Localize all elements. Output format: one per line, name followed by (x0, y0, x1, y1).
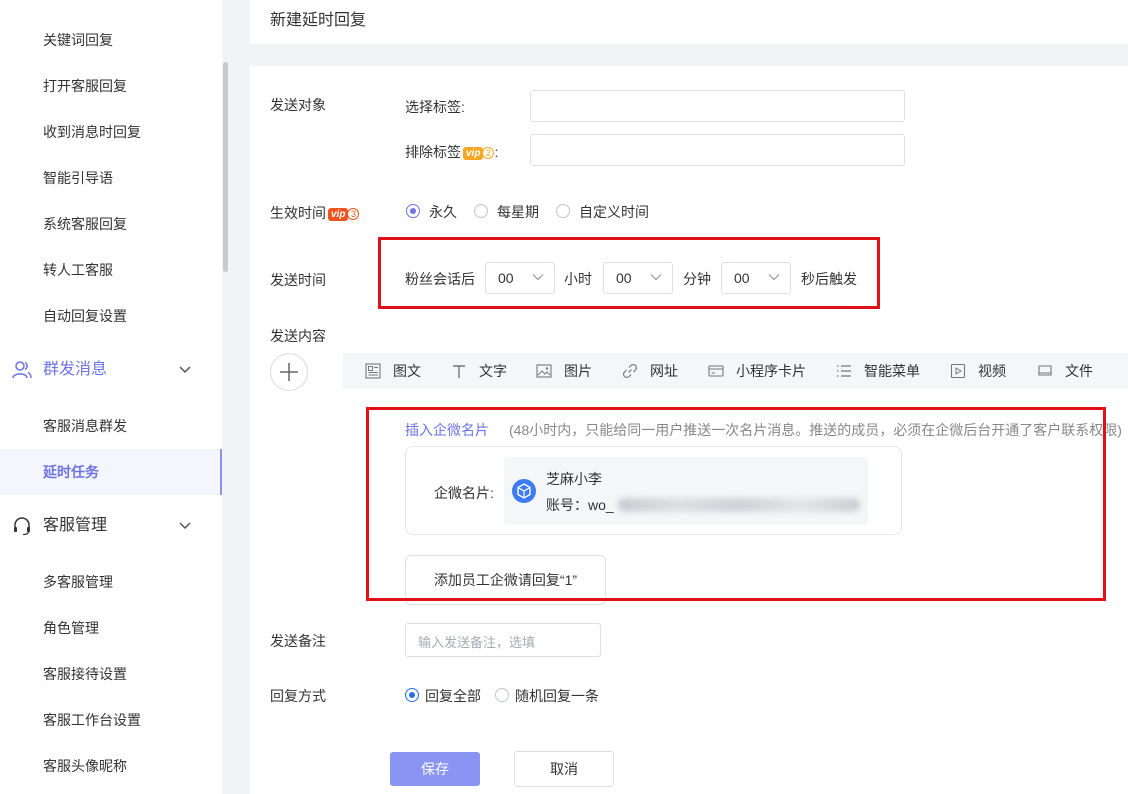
exclude-tag-label: 排除标签 (405, 144, 461, 160)
sidebar-item-label: 转人工客服 (43, 262, 113, 278)
sidebar-group-service-management[interactable]: 客服管理 (0, 503, 222, 549)
cancel-button[interactable]: 取消 (514, 751, 614, 787)
sidebar-item-label: 客服消息群发 (43, 418, 127, 434)
reply-random-radio[interactable] (495, 688, 509, 702)
headset-icon (14, 517, 30, 536)
vip-text: vip (463, 146, 484, 160)
sidebar-item-label: 客服工作台设置 (43, 712, 141, 728)
sidebar-item-label: 多客服管理 (43, 574, 113, 590)
sidebar-item-label: 收到消息时回复 (43, 124, 141, 140)
users-icon (12, 361, 32, 379)
exclude-tag-input[interactable] (530, 134, 905, 166)
reply-mode-label: 回复方式 (270, 688, 326, 704)
menu-icon (837, 365, 851, 377)
vip-badge: vip 3 (328, 207, 360, 221)
sidebar-item-system-reply[interactable]: 系统客服回复 (0, 201, 222, 247)
toolbar-label: 图片 (564, 363, 592, 379)
sidebar-item-workbench-settings[interactable]: 客服工作台设置 (0, 697, 222, 743)
select-tag-input[interactable] (530, 90, 905, 122)
sidebar-item-multi-agent[interactable]: 多客服管理 (0, 559, 222, 605)
reply-random-label[interactable]: 随机回复一条 (515, 686, 599, 706)
reply-all-radio[interactable] (405, 688, 419, 702)
sidebar-item-label: 智能引导语 (43, 170, 113, 186)
toolbar-label: 小程序卡片 (736, 363, 806, 379)
text-icon (453, 365, 465, 378)
sidebar-item-role-management[interactable]: 角色管理 (0, 605, 222, 651)
content-type-toolbar: 图文 文字 图片 网址 小程序卡片 智能菜单 视频 文件 (343, 353, 1128, 389)
highlight-box-wecom-card (366, 407, 1106, 601)
send-remark-label: 发送备注 (270, 633, 326, 649)
effective-time-label-row: 生效时间 vip 3 (270, 203, 360, 223)
toolbar-label: 图文 (393, 363, 421, 379)
toolbar-label: 文字 (479, 363, 507, 379)
sidebar-item-label: 客服接待设置 (43, 666, 127, 682)
add-content-button[interactable] (270, 353, 308, 391)
effective-weekly-radio[interactable] (474, 204, 488, 218)
vip-level: 2 (482, 147, 495, 160)
exclude-tag-colon: : (494, 144, 499, 160)
sidebar-item-label: 客服头像昵称 (43, 758, 127, 774)
send-remark-placeholder: 输入发送备注，选填 (418, 635, 536, 650)
sidebar-item-service-mass[interactable]: 客服消息群发 (0, 403, 222, 449)
select-tag-label: 选择标签: (405, 99, 465, 115)
file-icon (1038, 365, 1052, 376)
sidebar-item-reception-settings[interactable]: 客服接待设置 (0, 651, 222, 697)
miniprogram-card-icon (708, 365, 724, 377)
effective-custom-radio[interactable] (556, 204, 570, 218)
toolbar-label: 视频 (978, 363, 1006, 379)
send-target-label: 发送对象 (270, 97, 326, 113)
exclude-tag-label-row: 排除标签 vip 2: (405, 142, 498, 162)
effective-weekly-label[interactable]: 每星期 (497, 202, 539, 222)
sidebar-item-label: 角色管理 (43, 620, 99, 636)
sidebar-item-delayed-task[interactable]: 延时任务 (0, 449, 222, 495)
save-button[interactable]: 保存 (390, 752, 480, 786)
page-title: 新建延时回复 (270, 12, 367, 29)
effective-time-label: 生效时间 (270, 205, 326, 221)
sidebar-scrollbar[interactable] (223, 62, 228, 272)
sidebar-item-smart-guide[interactable]: 智能引导语 (0, 155, 222, 201)
sidebar-item-auto-reply-settings[interactable]: 自动回复设置 (0, 293, 222, 339)
send-content-label: 发送内容 (270, 328, 326, 344)
sidebar-group-label: 客服管理 (43, 517, 108, 534)
sidebar-item-label: 延时任务 (43, 464, 99, 480)
sidebar-item-transfer-agent[interactable]: 转人工客服 (0, 247, 222, 293)
highlight-box-send-time (378, 237, 880, 309)
sidebar-item-label: 打开客服回复 (43, 78, 127, 94)
chevron-down-icon (179, 366, 191, 374)
send-remark-input[interactable]: 输入发送备注，选填 (405, 623, 601, 657)
send-time-label: 发送时间 (270, 272, 326, 288)
effective-permanent-radio[interactable] (406, 204, 420, 218)
plus-icon (280, 363, 298, 381)
effective-custom-label[interactable]: 自定义时间 (579, 202, 649, 222)
sidebar-item-label: 自动回复设置 (43, 308, 127, 324)
video-icon (950, 363, 966, 379)
sidebar-item-open-service-reply[interactable]: 打开客服回复 (0, 63, 222, 109)
toolbar-label: 网址 (650, 363, 678, 379)
sidebar-item-label: 关键词回复 (43, 32, 113, 48)
sidebar-item-keyword-reply[interactable]: 关键词回复 (0, 17, 222, 63)
reply-all-label[interactable]: 回复全部 (425, 686, 481, 706)
image-icon (536, 364, 552, 378)
article-icon (365, 363, 381, 379)
sidebar-item-avatar-nickname[interactable]: 客服头像昵称 (0, 743, 222, 789)
vip-text: vip (328, 207, 349, 221)
vip-badge: vip 2 (463, 146, 495, 160)
sidebar-item-message-reply[interactable]: 收到消息时回复 (0, 109, 222, 155)
sidebar: 关键词回复 打开客服回复 收到消息时回复 智能引导语 系统客服回复 转人工客服 … (0, 0, 222, 794)
toolbar-label: 文件 (1065, 363, 1093, 379)
sidebar-group-mass-message[interactable]: 群发消息 (0, 347, 222, 393)
sidebar-item-label: 系统客服回复 (43, 216, 127, 232)
vip-level: 3 (347, 208, 360, 221)
title-card: 新建延时回复 (250, 0, 1128, 44)
link-icon (622, 363, 638, 379)
toolbar-label: 智能菜单 (864, 363, 920, 379)
chevron-down-icon (179, 522, 191, 530)
effective-permanent-label[interactable]: 永久 (429, 202, 457, 222)
sidebar-group-label: 群发消息 (43, 361, 108, 378)
